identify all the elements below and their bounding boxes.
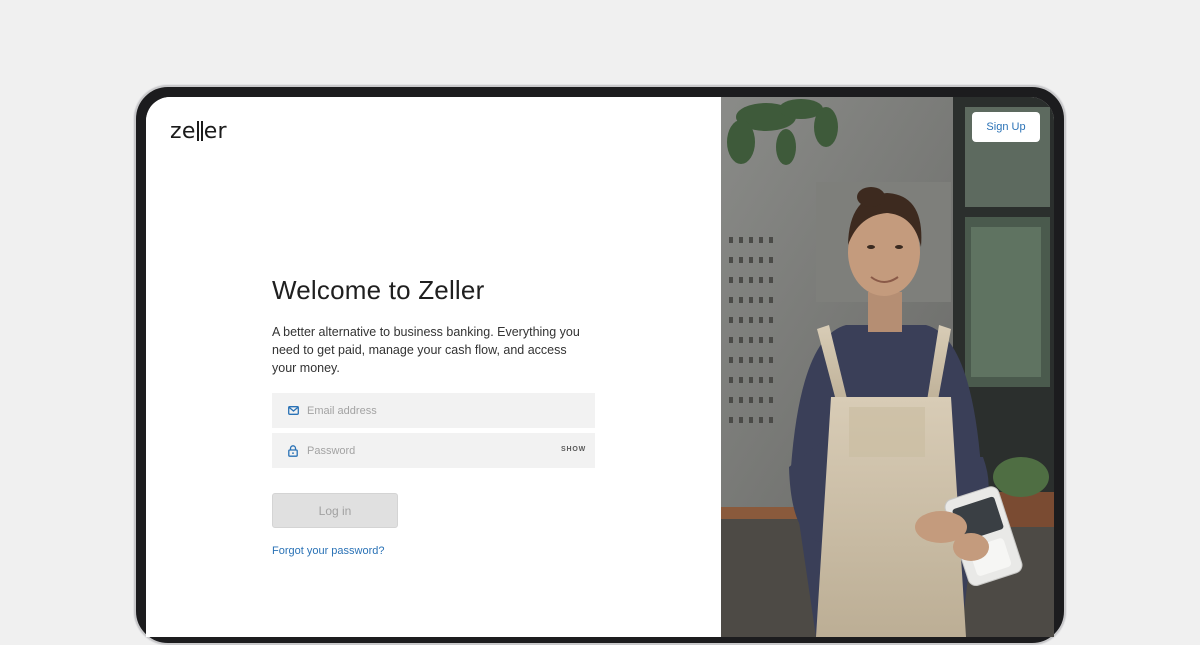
logo-mark-2	[200, 121, 203, 141]
email-input[interactable]	[307, 393, 547, 428]
login-panel: ze er Welcome to Zeller A better alternat…	[146, 97, 721, 637]
screen: ze er Welcome to Zeller A better alternat…	[146, 97, 1054, 637]
page-description: A better alternative to business banking…	[272, 325, 580, 375]
zeller-logo: ze er	[170, 119, 227, 144]
mail-icon	[285, 403, 301, 419]
password-input[interactable]	[307, 433, 547, 468]
show-password-toggle[interactable]: SHOW	[561, 446, 586, 453]
login-form: Welcome to Zeller A better alternative t…	[272, 275, 595, 557]
password-field[interactable]: SHOW	[272, 433, 595, 468]
device-frame: ze er Welcome to Zeller A better alternat…	[134, 85, 1066, 645]
page-title: Welcome to Zeller	[272, 275, 485, 305]
email-field[interactable]	[272, 393, 595, 428]
hero-photo: Sign Up	[721, 97, 1054, 637]
logo-mark	[196, 121, 199, 141]
logo-text-start: ze	[170, 119, 196, 144]
sign-up-button[interactable]: Sign Up	[972, 112, 1040, 142]
logo-text-end: er	[203, 119, 227, 144]
merchant-photo	[721, 97, 1054, 637]
lock-icon	[285, 443, 301, 459]
login-button[interactable]: Log in	[272, 493, 398, 528]
forgot-password-link[interactable]: Forgot your password?	[272, 545, 595, 557]
